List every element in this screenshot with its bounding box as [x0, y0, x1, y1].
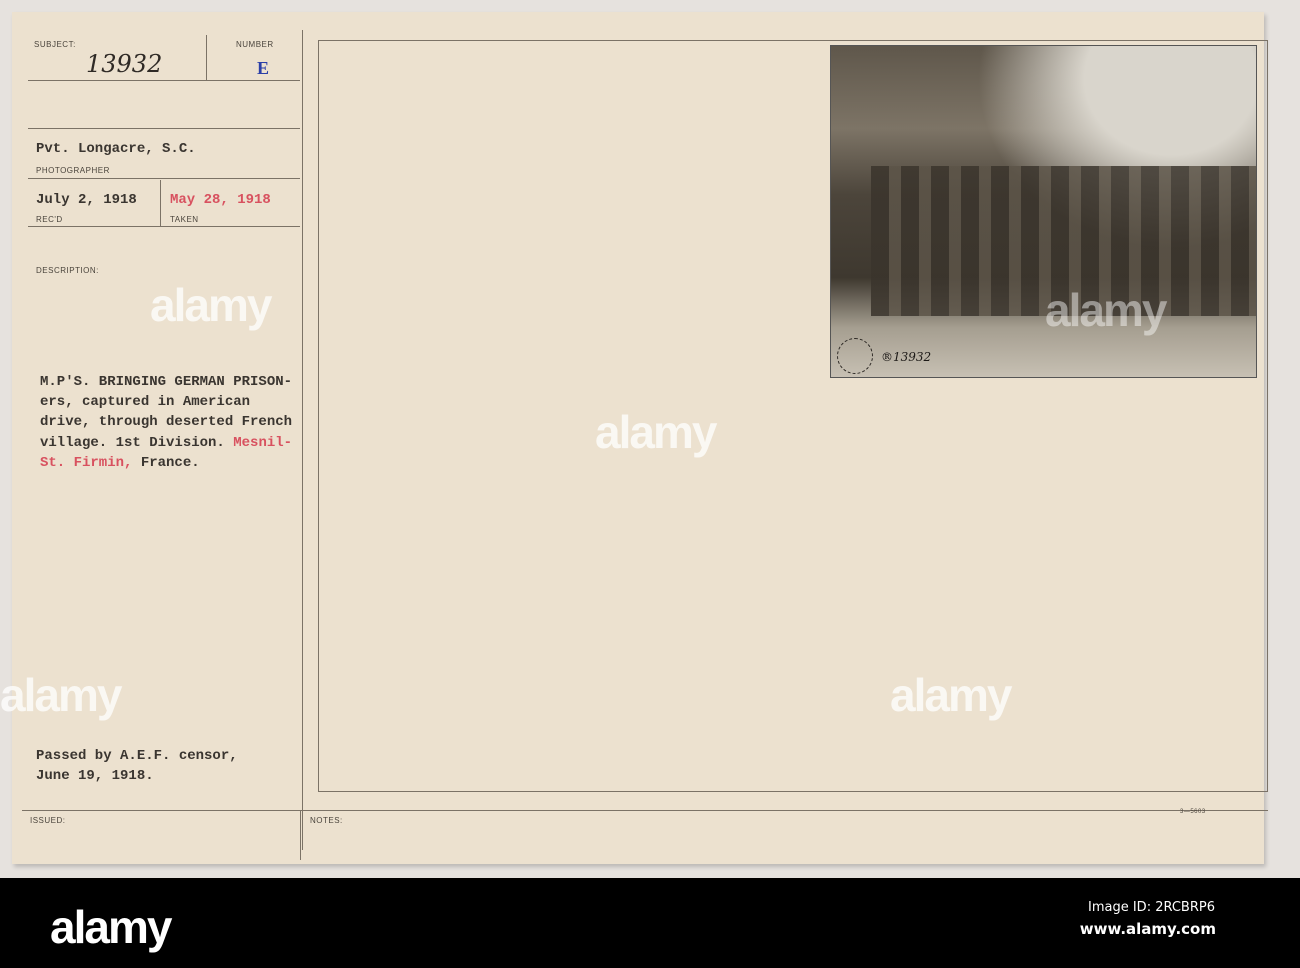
censor-line: Passed by A.E.F. censor, — [36, 748, 238, 764]
subject-number: 13932 — [86, 50, 163, 78]
divider — [28, 178, 300, 179]
number-label: NUMBER — [236, 40, 274, 49]
description-line: St. Firmin, France. — [40, 452, 292, 472]
description-line: ers, captured in American — [40, 394, 251, 410]
photograph: ®13932 — [830, 45, 1257, 378]
divider — [160, 180, 161, 226]
number-value: E — [257, 58, 270, 78]
footer-bar: alamy Image ID: 2RCBRP6 www.alamy.com — [0, 878, 1300, 968]
photographer-label: PHOTOGRAPHER — [36, 166, 110, 175]
description-text: M.P'S. BRINGING GERMAN PRISON- ers, capt… — [40, 372, 292, 472]
image-id: Image ID: 2RCBRP6 — [1088, 900, 1215, 915]
country-name: France. — [132, 455, 200, 471]
description-line: drive, through deserted French — [40, 414, 293, 430]
divider — [28, 226, 300, 227]
alamy-logo: alamy — [50, 901, 172, 953]
site-link[interactable]: www.alamy.com — [1080, 920, 1216, 938]
column-divider — [302, 30, 303, 850]
divider — [22, 810, 1268, 811]
divider — [28, 128, 300, 129]
watermark: alamy — [150, 279, 272, 331]
taken-date: May 28, 1918 — [170, 192, 271, 208]
photographer-name: Pvt. Longacre, S.C. — [36, 141, 196, 157]
watermark: alamy — [890, 669, 1012, 721]
subject-label: SUBJECT: — [34, 40, 76, 49]
divider — [300, 810, 301, 860]
form-number: 3—5603 — [1180, 809, 1206, 815]
censor-date: June 19, 1918. — [36, 768, 154, 784]
divider — [28, 80, 300, 81]
photo-caption: ®13932 — [881, 350, 932, 364]
issued-label: ISSUED: — [30, 816, 66, 825]
description-label: DESCRIPTION: — [36, 266, 99, 275]
signal-corps-seal-icon — [837, 338, 873, 374]
notes-label: NOTES: — [310, 816, 343, 825]
divider — [206, 35, 207, 80]
received-date: July 2, 1918 — [36, 192, 137, 208]
watermark: alamy — [595, 406, 717, 458]
description-line: village. 1st Division. Mesnil- — [40, 432, 292, 452]
description-text-segment: village. 1st Division. — [40, 435, 234, 451]
description-line: M.P'S. BRINGING GERMAN PRISON- — [40, 374, 293, 390]
taken-label: TAKEN — [170, 215, 199, 224]
place-name: Mesnil- — [233, 435, 293, 451]
place-name: St. Firmin, — [40, 455, 133, 471]
received-label: REC'D — [36, 215, 63, 224]
watermark: alamy — [1045, 284, 1167, 336]
watermark: alamy — [0, 669, 122, 721]
